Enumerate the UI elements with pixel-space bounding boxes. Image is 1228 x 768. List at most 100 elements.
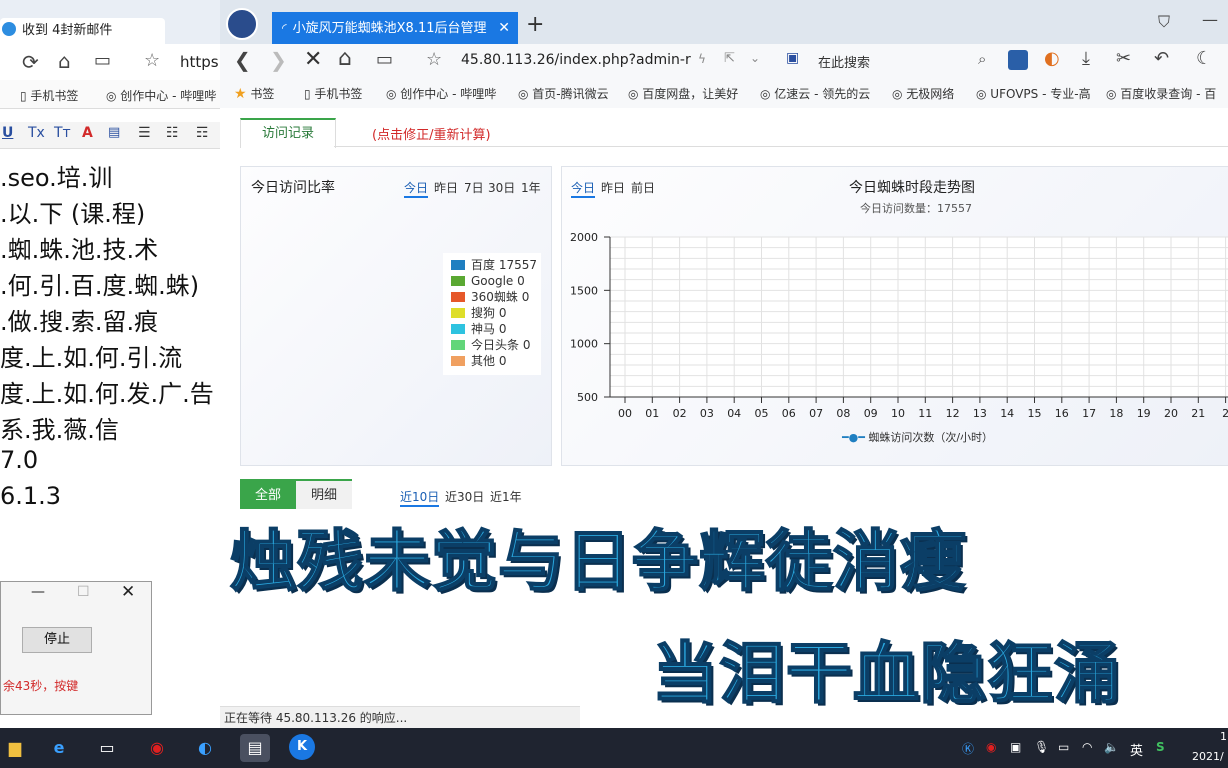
forward-icon[interactable]: ❯: [270, 48, 287, 72]
legend-swatch: [451, 356, 465, 366]
browser-icon[interactable]: ◐: [190, 734, 220, 762]
bookmark-item[interactable]: ◎ 创作中心 - 哔哩哔: [386, 85, 496, 102]
bookmark-item[interactable]: ▯ 手机书签: [304, 85, 362, 102]
input-language[interactable]: 英: [1130, 740, 1143, 759]
reader-icon[interactable]: ▭: [376, 49, 393, 70]
text-line: 6.1.3: [0, 482, 62, 510]
clock-date[interactable]: 2021/: [1192, 750, 1224, 763]
search-icon[interactable]: ⌕: [978, 50, 986, 68]
range-today[interactable]: 今日: [571, 179, 596, 198]
file-explorer-icon[interactable]: ▆: [0, 734, 30, 762]
range-1y[interactable]: 近1年: [490, 488, 522, 505]
star-icon[interactable]: ☆: [144, 50, 160, 71]
font-color-icon[interactable]: A: [82, 125, 93, 141]
minimize-icon[interactable]: —: [31, 584, 45, 600]
reader-icon[interactable]: ▭: [94, 50, 111, 71]
underline-icon[interactable]: U: [2, 125, 13, 141]
minimize-icon[interactable]: —: [1202, 10, 1218, 29]
share-icon[interactable]: ⇱: [724, 51, 735, 66]
maximize-icon[interactable]: ☐: [77, 584, 90, 600]
recalc-link[interactable]: (点击修正/重新计算): [372, 124, 491, 143]
bookmark-item[interactable]: ◎ 创作中心 - 哔哩哔: [106, 87, 216, 104]
shirt-icon[interactable]: ⛉: [1158, 12, 1170, 32]
range-7d[interactable]: 7日: [464, 179, 484, 196]
left-tab-title: 收到 4封新邮件: [22, 23, 113, 38]
wifi-icon[interactable]: ◠: [1082, 740, 1092, 754]
tab-detail[interactable]: 明细: [296, 479, 352, 509]
tray-record-icon[interactable]: ◉: [986, 740, 996, 754]
bookmark-item[interactable]: ◎ UFOVPS - 专业-高: [976, 85, 1091, 102]
remote-desktop-icon[interactable]: ▭: [92, 734, 122, 762]
game-icon[interactable]: ◐: [1044, 48, 1060, 69]
range-10d[interactable]: 近10日: [400, 488, 440, 507]
chevron-down-icon[interactable]: ⌄: [750, 51, 760, 65]
clear-format-icon[interactable]: Tx: [28, 125, 45, 141]
mail-icon: [2, 22, 16, 36]
range-day-before[interactable]: 前日: [631, 179, 655, 196]
home-icon[interactable]: ⌂: [338, 46, 352, 71]
star-icon[interactable]: ☆: [426, 49, 442, 70]
ratio-legend: 百度 17557 Google 0 360蜘蛛 0 搜狗 0 神马 0 今日头条…: [443, 253, 541, 375]
tray-app-icon[interactable]: ▣: [1010, 740, 1021, 754]
tab-all[interactable]: 全部: [240, 479, 296, 509]
stop-loading-icon[interactable]: ✕: [304, 47, 322, 72]
x-tick-label: 07: [809, 407, 823, 417]
home-icon[interactable]: ⌂: [58, 49, 71, 73]
insert-icon[interactable]: ▤: [108, 125, 120, 140]
range-yesterday[interactable]: 昨日: [434, 179, 458, 196]
search-input[interactable]: 在此搜索: [818, 52, 870, 71]
bookmark-item[interactable]: ★ 书签: [234, 85, 274, 102]
x-tick-label: 18: [1109, 407, 1123, 417]
text-line: 7.0: [0, 446, 39, 474]
text-line: 度.上.如.何.发.广.告: [0, 380, 214, 408]
bookmark-item[interactable]: ◎ 亿速云 - 领先的云: [760, 85, 870, 102]
left-url[interactable]: https:/: [180, 53, 220, 71]
avatar[interactable]: [226, 8, 258, 40]
active-tab[interactable]: ◜ 小旋风万能蜘蛛池X8.11后台管理 ✕: [272, 12, 518, 44]
legend-item: 神马 0: [451, 321, 506, 337]
indent-icon[interactable]: ☶: [196, 125, 209, 141]
ie-browser-icon[interactable]: e: [44, 734, 74, 762]
tab-visit-log[interactable]: 访问记录: [240, 118, 336, 148]
night-mode-icon[interactable]: ☾: [1196, 48, 1212, 69]
clock-time[interactable]: 1: [1220, 730, 1227, 743]
download-icon[interactable]: ⤓: [1082, 48, 1090, 69]
close-icon[interactable]: ✕: [121, 582, 135, 602]
url-input[interactable]: 45.80.113.26/index.php?admin-r: [461, 52, 691, 68]
new-tab-icon[interactable]: +: [526, 12, 544, 37]
text-style-icon[interactable]: Tт: [54, 125, 71, 141]
record-icon[interactable]: ◉: [142, 734, 172, 762]
bookmark-item[interactable]: ◎ 无极网络: [892, 85, 954, 102]
bookmark-item[interactable]: ▯ 手机书签: [20, 87, 78, 104]
scissors-icon[interactable]: ✂: [1116, 48, 1131, 69]
text-line: .蜘.蛛.池.技.术: [0, 236, 159, 264]
trend-panel: 今日 昨日 前日 今日蜘蛛时段走势图 今日访问数量：17557 00 01 02 03…: [561, 166, 1228, 466]
microphone-icon[interactable]: 🎙: [1034, 740, 1049, 754]
tray-k-icon[interactable]: Ⓚ: [962, 740, 974, 757]
lightning-icon[interactable]: ϟ: [698, 52, 706, 66]
stop-button[interactable]: 停止: [22, 627, 92, 653]
range-30d[interactable]: 30日: [488, 179, 515, 196]
list-icon[interactable]: ☷: [166, 125, 179, 141]
editor-app-icon[interactable]: ▤: [240, 734, 270, 762]
undo-icon[interactable]: ↶: [1154, 48, 1169, 69]
range-yesterday[interactable]: 昨日: [601, 179, 625, 196]
align-icon[interactable]: ☰: [138, 125, 151, 141]
range-today[interactable]: 今日: [404, 179, 429, 198]
back-icon[interactable]: ❮: [234, 48, 251, 72]
bookmark-item[interactable]: ◎ 首页-腾讯微云: [518, 85, 609, 102]
bookmark-item[interactable]: ◎ 百度收录查询 - 百: [1106, 85, 1216, 102]
bookmark-item[interactable]: ◎ 百度网盘，让美好: [628, 85, 738, 102]
tab-close-icon[interactable]: ✕: [498, 12, 510, 44]
k-app-icon[interactable]: K: [289, 734, 315, 760]
volume-icon[interactable]: 🔈: [1104, 740, 1119, 754]
battery-icon[interactable]: ▭: [1058, 740, 1069, 754]
wps-icon[interactable]: S: [1156, 740, 1165, 754]
text-line: .seo.培.训: [0, 164, 113, 192]
range-30d[interactable]: 近30日: [445, 488, 484, 505]
reload-icon[interactable]: ⟳: [22, 50, 39, 74]
x-tick-label: 19: [1137, 407, 1151, 417]
left-window-tab[interactable]: 收到 4封新邮件: [0, 18, 165, 44]
extension-icon[interactable]: [1008, 50, 1028, 70]
range-1y[interactable]: 1年: [521, 179, 541, 196]
